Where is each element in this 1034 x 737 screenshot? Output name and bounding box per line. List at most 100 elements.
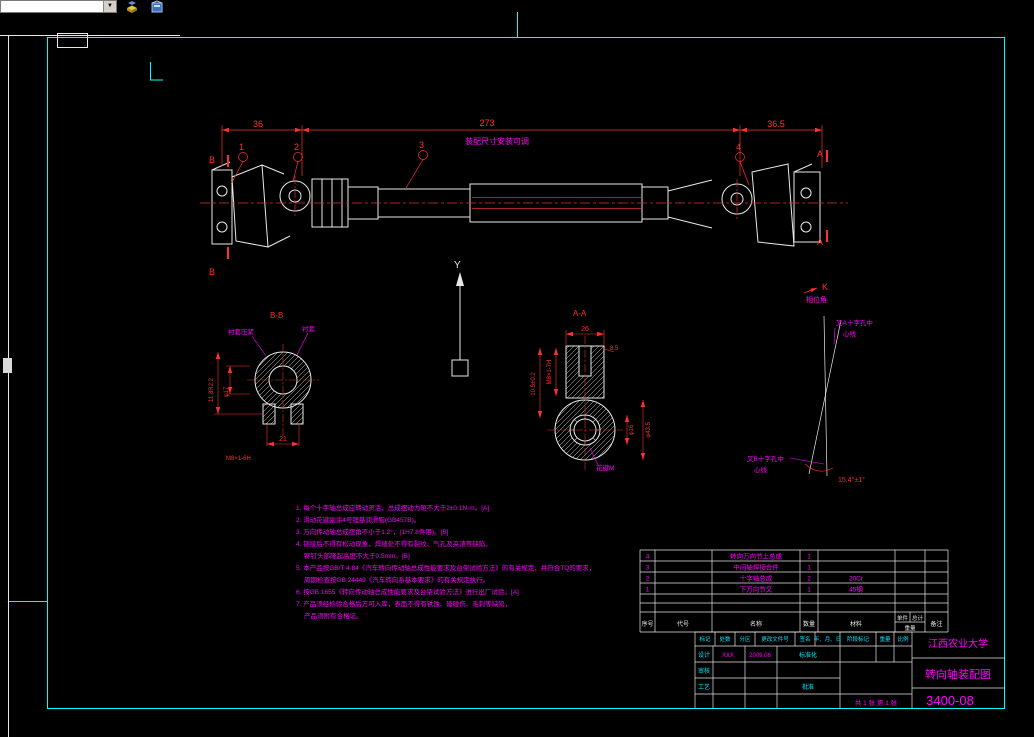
design-date: 2009.06 [749,653,771,659]
note-line: 产品须附有合格证。 [304,611,363,620]
dim-left: 36 [253,119,263,129]
parts-header-code: 代号 [677,620,689,628]
technical-notes: 1. 每个十字轴总成应转动灵活，总成摆动力矩不大于2±0.1N·m。[A] 2.… [296,503,595,620]
balloon-2: 2 [294,142,299,152]
title-block: 标记 处数 分区 更改文件号 签名 年、月、日 设计 XXX 2009.06 标… [694,631,1005,709]
section-aa: A-A 26 8.5 M8×1-7H 10.5±0.2 φ16 φ43.5 花键… [531,309,652,472]
note-line: 3. 万向传动轴总成摆角不小于1.2°，(1H7.8件用)。[B] [296,527,449,536]
school-name: 江西农业大学 [928,637,988,650]
bb-label-left: 衬套压紧 [228,327,255,336]
k-fork-a-line1: 叉A十字孔中 [836,318,873,327]
scale-label: 比例 [897,635,909,643]
sheet-count: 共 1 张 第 1 张 [855,698,898,707]
section-bb-title: B-B [270,311,283,320]
bb-dim-width: 21 [279,436,287,443]
part-name: 转向万向节上总成 [730,552,783,561]
drawing-title: 转向轴装配图 [925,667,991,681]
weight-label: 重量 [879,635,891,643]
rev-date: 年、月、日 [814,635,842,643]
part-no: 1 [646,587,650,594]
part-no: 4 [646,554,650,561]
mark-a-top: A [817,149,823,159]
balloon-3: 3 [419,140,424,150]
part-no: 3 [646,565,650,572]
role-standard: 标准化 [799,651,817,659]
parts-header-unit: 单件 [897,614,909,622]
phase-angle-label: 相位角 [806,295,827,304]
note-line: 1. 每个十字轴总成应转动灵活，总成摆动力矩不大于2±0.1N·m。[A] [296,503,489,512]
part-name: 中间轴焊接合件 [733,563,779,572]
mark-k: K [822,282,828,292]
autocad-window: ▼ 36 273 36.5 装配尺寸安装可调 1 2 3 4 B B A A K… [0,0,1034,737]
aa-dim-dia16: φ16 [629,424,635,435]
part-material: 20Cr [849,576,864,583]
aa-dim-105: 10.5±0.2 [531,372,537,396]
note-line: 铆钉头部隆起高度不大于0.5mm。[B] [304,551,410,560]
stage-label: 阶段标记 [847,635,870,643]
parts-header-qty: 数量 [803,620,815,628]
parts-header-name: 名称 [750,620,762,628]
note-line: 4. 铆接后不得有松动现象，焊缝处不得有裂纹、气孔及夹渣等缺陷， [296,539,492,548]
rev-zone: 分区 [739,635,751,643]
parts-header-no: 序号 [641,620,653,628]
k-fork-a-line2: 心线 [843,329,857,338]
k-fork-b-line1: 叉B十字孔中 [747,454,784,463]
aa-dim-thread: M8×1-7H [547,360,553,385]
part-qty: 1 [807,565,811,572]
drawing-number: 3400-08 [926,693,974,708]
aa-dim-26: 26 [581,326,589,333]
part-qty: 2 [807,576,811,583]
parts-list: 4 转向万向节上总成 1 3 中间轴焊接合件 1 2 十字轴总成 2 20Cr … [639,549,949,633]
section-bb: B-B 衬套压紧 衬套 φ17 11.8R2.2 M8×1-6H 21 [209,311,319,462]
k-angle-dim: 15.4°±1° [838,476,865,484]
mark-b-bottom: B [209,267,215,277]
k-fork-b-line2: 心线 [754,465,768,474]
shaft-centerlines [200,176,848,219]
parts-header-remark: 备注 [930,620,942,628]
role-design: 设计 [698,651,710,659]
dim-center: 273 [479,118,494,128]
view-k: 15.4°±1° 叉A十字孔中 心线 叉B十字孔中 心线 [747,315,873,484]
shaft-assembly-drawing [211,161,821,248]
left-edge-handle [3,358,12,373]
rev-sign: 签名 [799,635,810,643]
role-check: 审核 [698,667,710,675]
parts-header-weight: 重量 [904,624,916,632]
design-sign: XXX [722,653,734,659]
note-line: 5. 本产品按GB/T 4.84《汽车转向传动轴总成性能要求及台架试验方法》的有… [296,563,595,572]
ucs-y-label: Y [454,260,461,271]
bb-dim-thread: M8×1-6H [226,456,251,462]
note-line: 6. 按GB 1655《转向传动轴总成性能要求及台架试验方法》进行出厂试验。[A… [296,587,519,596]
balloon-4: 4 [736,142,741,152]
note-line: 周期检查按GB 24449《汽车转向系基本要求》的有关规定执行。 [304,575,489,584]
aa-dim-dia43: φ43.5 [646,422,652,438]
dim-right: 36.5 [767,119,785,129]
rev-count: 处数 [719,635,731,643]
role-process: 工艺 [698,683,710,691]
part-qty: 1 [807,554,811,561]
note-line: 7. 产品须经检验合格后方可入库，表面不得有锈蚀、磕碰伤、毛刺等缺陷， [296,599,511,608]
balloon-callouts: 1 2 3 4 [230,140,750,189]
balloon-1: 1 [239,142,244,152]
parts-header-material: 材料 [850,620,862,628]
cad-viewport[interactable]: 36 273 36.5 装配尺寸安装可调 1 2 3 4 B B A A K 相… [0,0,1034,737]
part-qty: 1 [807,587,811,594]
aa-dim-85: 8.5 [610,346,619,352]
mark-a-bottom: A [817,237,823,247]
part-name: 下万向节叉 [740,585,773,594]
bb-dim-depth: 11.8R2.2 [209,377,215,402]
mark-b-top: B [209,155,215,165]
bb-label-right: 衬套 [302,324,316,333]
part-material: 45钢 [849,586,863,594]
part-name: 十字轴总成 [740,574,773,583]
ucs-icon: Y [451,260,469,377]
frame-edge-marks [0,33,180,737]
main-dimensions: 36 273 36.5 装配尺寸安装可调 [221,118,823,176]
bb-dim-dia: φ17 [224,386,230,397]
section-aa-title: A-A [573,309,587,318]
note-line: 2. 滑动花键副涂4号锂基润滑脂(GB457B)。 [296,515,420,524]
role-approve: 批准 [802,683,814,691]
rev-doc: 更改文件号 [761,635,789,643]
part-no: 2 [646,576,650,583]
aa-spline-label: 花键M [596,463,614,472]
